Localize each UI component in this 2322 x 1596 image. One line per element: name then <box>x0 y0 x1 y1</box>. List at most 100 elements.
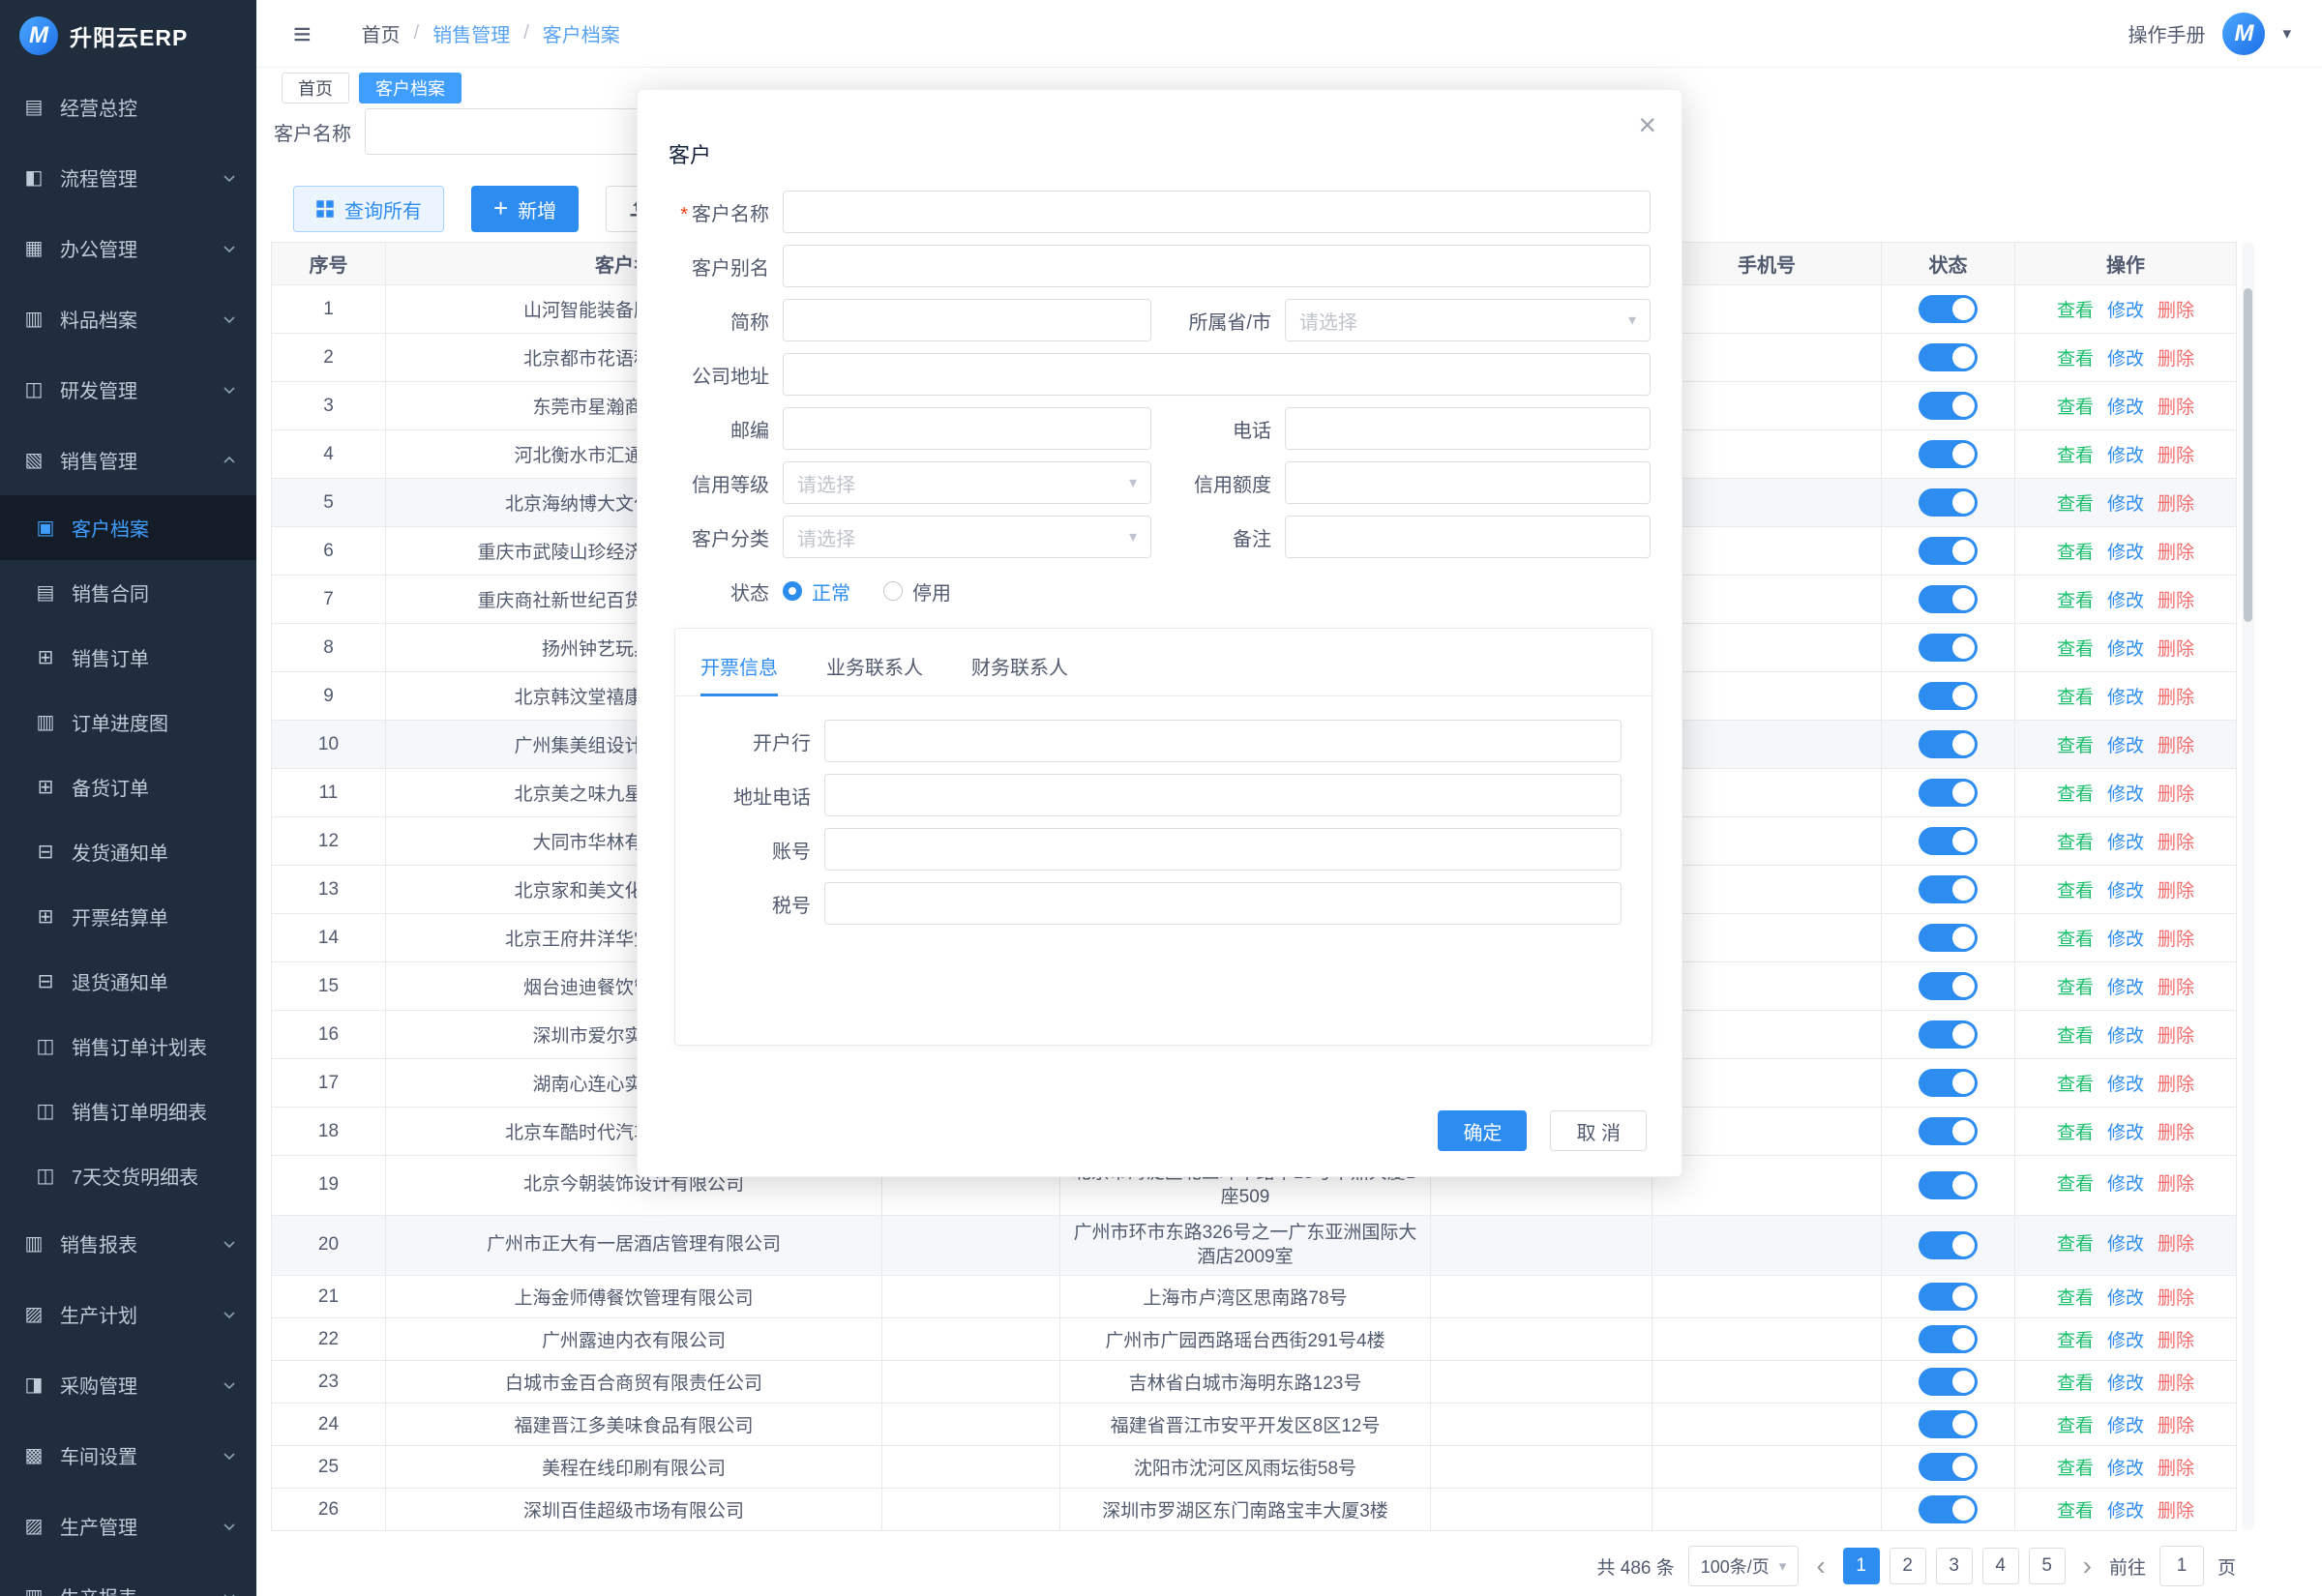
sidebar-item[interactable]: ▣客户档案 <box>0 495 256 560</box>
delete-link[interactable]: 删除 <box>2158 1501 2194 1522</box>
sidebar-item[interactable]: ▩车间设置 <box>0 1420 256 1491</box>
edit-link[interactable]: 修改 <box>2107 784 2144 805</box>
sidebar-item[interactable]: ⊞销售订单 <box>0 625 256 690</box>
view-link[interactable]: 查看 <box>2057 1288 2094 1309</box>
delete-link[interactable]: 删除 <box>2158 1026 2194 1047</box>
status-toggle[interactable] <box>1919 488 1978 517</box>
edit-link[interactable]: 修改 <box>2107 736 2144 756</box>
view-link[interactable]: 查看 <box>2057 1234 2094 1255</box>
edit-link[interactable]: 修改 <box>2107 1075 2144 1095</box>
delete-link[interactable]: 删除 <box>2158 639 2194 660</box>
edit-link[interactable]: 修改 <box>2107 978 2144 998</box>
phone-input[interactable] <box>1285 407 1651 450</box>
edit-link[interactable]: 修改 <box>2107 1174 2144 1195</box>
view-link[interactable]: 查看 <box>2057 1331 2094 1351</box>
edit-link[interactable]: 修改 <box>2107 301 2144 321</box>
edit-link[interactable]: 修改 <box>2107 446 2144 466</box>
status-toggle[interactable] <box>1919 1069 1978 1097</box>
delete-link[interactable]: 删除 <box>2158 301 2194 321</box>
tab-finance-contact[interactable]: 财务联系人 <box>971 629 1068 696</box>
tab-invoice-info[interactable]: 开票信息 <box>700 629 778 696</box>
add-button[interactable]: + 新增 <box>471 186 579 232</box>
status-toggle[interactable] <box>1919 1117 1978 1145</box>
edit-link[interactable]: 修改 <box>2107 881 2144 901</box>
cancel-button[interactable]: 取 消 <box>1550 1110 1647 1151</box>
status-toggle[interactable] <box>1919 730 1978 758</box>
status-toggle[interactable] <box>1919 1368 1978 1396</box>
delete-link[interactable]: 删除 <box>2158 736 2194 756</box>
sidebar-item[interactable]: ▥生产报表 <box>0 1561 256 1596</box>
sidebar-item[interactable]: ⊟发货通知单 <box>0 819 256 884</box>
sidebar-item[interactable]: ⊞备货订单 <box>0 754 256 819</box>
view-link[interactable]: 查看 <box>2057 1174 2094 1195</box>
edit-link[interactable]: 修改 <box>2107 1374 2144 1394</box>
delete-link[interactable]: 删除 <box>2158 833 2194 853</box>
page-button[interactable]: 3 <box>1936 1548 1973 1584</box>
breadcrumb-sales[interactable]: 销售管理 <box>432 19 510 47</box>
edit-link[interactable]: 修改 <box>2107 398 2144 418</box>
delete-link[interactable]: 删除 <box>2158 1288 2194 1309</box>
status-toggle[interactable] <box>1919 1410 1978 1438</box>
tag-customers[interactable]: 客户档案 <box>359 73 461 103</box>
delete-link[interactable]: 删除 <box>2158 1416 2194 1436</box>
sidebar-item[interactable]: ◫7天交货明细表 <box>0 1143 256 1208</box>
status-toggle[interactable] <box>1919 585 1978 613</box>
status-toggle[interactable] <box>1919 972 1978 1000</box>
status-toggle[interactable] <box>1919 1495 1978 1523</box>
page-button[interactable]: 5 <box>2029 1548 2066 1584</box>
edit-link[interactable]: 修改 <box>2107 1288 2144 1309</box>
page-button[interactable]: 1 <box>1843 1548 1880 1584</box>
sidebar-item[interactable]: ▤销售合同 <box>0 560 256 625</box>
edit-link[interactable]: 修改 <box>2107 1123 2144 1143</box>
chevron-down-icon[interactable]: ▾ <box>2282 24 2291 44</box>
delete-link[interactable]: 删除 <box>2158 1459 2194 1479</box>
view-link[interactable]: 查看 <box>2057 398 2094 418</box>
sidebar-item[interactable]: ▦办公管理 <box>0 213 256 283</box>
vertical-scrollbar[interactable] <box>2242 242 2254 1530</box>
status-toggle[interactable] <box>1919 392 1978 420</box>
delete-link[interactable]: 删除 <box>2158 543 2194 563</box>
edit-link[interactable]: 修改 <box>2107 349 2144 369</box>
sidebar-item[interactable]: ⊟退货通知单 <box>0 949 256 1014</box>
delete-link[interactable]: 删除 <box>2158 1331 2194 1351</box>
view-link[interactable]: 查看 <box>2057 1459 2094 1479</box>
view-link[interactable]: 查看 <box>2057 639 2094 660</box>
delete-link[interactable]: 删除 <box>2158 978 2194 998</box>
view-link[interactable]: 查看 <box>2057 688 2094 708</box>
status-toggle[interactable] <box>1919 634 1978 662</box>
status-toggle[interactable] <box>1919 779 1978 807</box>
delete-link[interactable]: 删除 <box>2158 398 2194 418</box>
scrollbar-thumb[interactable] <box>2244 288 2252 622</box>
delete-link[interactable]: 删除 <box>2158 494 2194 515</box>
status-toggle[interactable] <box>1919 1171 1978 1199</box>
sidebar-item[interactable]: ▨生产计划 <box>0 1279 256 1349</box>
view-link[interactable]: 查看 <box>2057 1026 2094 1047</box>
view-link[interactable]: 查看 <box>2057 736 2094 756</box>
status-toggle[interactable] <box>1919 924 1978 952</box>
bank-input[interactable] <box>824 720 1622 762</box>
view-link[interactable]: 查看 <box>2057 1075 2094 1095</box>
view-link[interactable]: 查看 <box>2057 833 2094 853</box>
view-link[interactable]: 查看 <box>2057 543 2094 563</box>
hamburger-icon[interactable]: ≡ <box>293 18 312 49</box>
status-toggle[interactable] <box>1919 1453 1978 1481</box>
status-toggle[interactable] <box>1919 1231 1978 1259</box>
sidebar-item[interactable]: ▥销售报表 <box>0 1208 256 1279</box>
status-toggle[interactable] <box>1919 440 1978 468</box>
edit-link[interactable]: 修改 <box>2107 1026 2144 1047</box>
view-link[interactable]: 查看 <box>2057 1416 2094 1436</box>
status-normal-radio[interactable]: 正常 <box>783 577 850 606</box>
status-toggle[interactable] <box>1919 827 1978 855</box>
delete-link[interactable]: 删除 <box>2158 1374 2194 1394</box>
view-link[interactable]: 查看 <box>2057 978 2094 998</box>
zip-input[interactable] <box>783 407 1151 450</box>
avatar[interactable]: M <box>2222 13 2265 55</box>
view-link[interactable]: 查看 <box>2057 494 2094 515</box>
sidebar-item[interactable]: ▨生产管理 <box>0 1491 256 1561</box>
bank-address-input[interactable] <box>824 774 1622 816</box>
tab-business-contact[interactable]: 业务联系人 <box>826 629 923 696</box>
status-toggle[interactable] <box>1919 537 1978 565</box>
edit-link[interactable]: 修改 <box>2107 1416 2144 1436</box>
credit-level-select[interactable]: 请选择 ▾ <box>783 461 1151 504</box>
sidebar-item[interactable]: ▥订单进度图 <box>0 690 256 754</box>
